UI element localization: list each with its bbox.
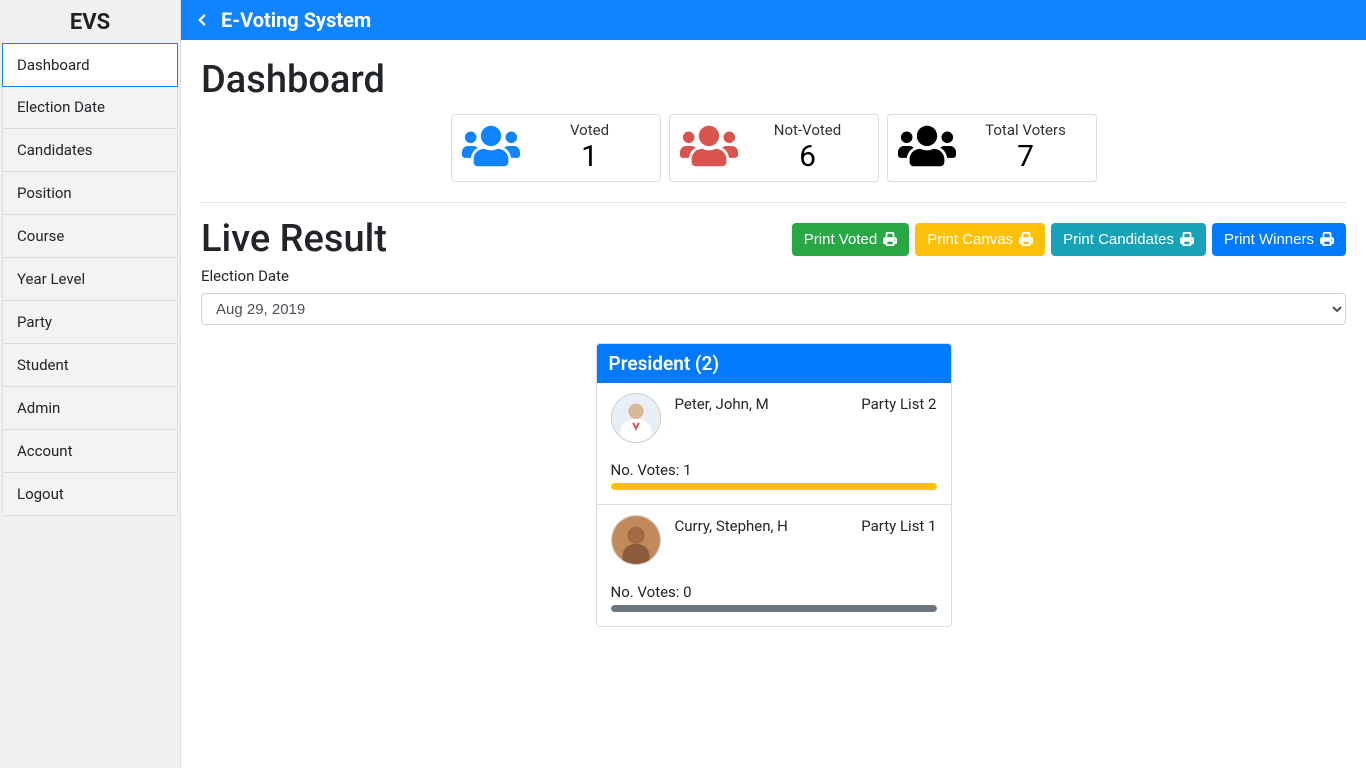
live-header: Live Result Print Voted Print Canvas Pri… [201,217,1346,261]
votes-label: No. Votes: 1 [611,461,937,479]
sidebar-item-course[interactable]: Course [3,215,177,258]
sidebar-item-admin[interactable]: Admin [3,387,177,430]
sidebar-item-label: Candidates [17,141,93,159]
print-canvas-button[interactable]: Print Canvas [915,223,1045,256]
button-label: Print Candidates [1063,231,1174,248]
candidate-party: Party List 1 [861,517,936,535]
stat-value: 6 [756,139,860,175]
sidebar-item-label: Admin [17,399,60,417]
result-card: President (2) Peter, John, M Party List … [596,343,952,627]
candidate-item: Curry, Stephen, H Party List 1 No. Votes… [597,505,951,626]
print-buttons: Print Voted Print Canvas Print Candidate… [792,223,1346,256]
stat-label: Total Voters [974,121,1078,139]
users-icon [462,121,520,175]
button-label: Print Voted [804,231,877,248]
sidebar-item-year-level[interactable]: Year Level [3,258,177,301]
sidebar-item-account[interactable]: Account [3,430,177,473]
page-title: Dashboard [201,58,1346,102]
candidate-item: Peter, John, M Party List 2 No. Votes: 1 [597,383,951,505]
election-date-label: Election Date [201,267,1346,285]
sidebar-item-label: Party [17,313,52,331]
sidebar-item-position[interactable]: Position [3,172,177,215]
stat-label: Not-Voted [756,121,860,139]
avatar [611,393,661,443]
stat-card-voted: Voted 1 [451,114,661,182]
election-date-select[interactable]: Aug 29, 2019 [201,293,1346,325]
sidebar-item-label: Dashboard [17,56,90,74]
users-icon [680,121,738,175]
sidebar-nav: Dashboard Election Date Candidates Posit… [2,43,178,516]
candidate-name: Peter, John, M [675,395,769,413]
chevron-left-icon[interactable] [193,11,211,29]
live-title: Live Result [201,217,387,261]
sidebar-item-label: Logout [17,485,64,503]
votes-label: No. Votes: 0 [611,583,937,601]
print-icon [1019,232,1033,246]
sidebar-item-logout[interactable]: Logout [3,473,177,515]
stat-label: Voted [538,121,642,139]
result-header: President (2) [597,344,951,383]
stat-value: 1 [538,139,642,175]
button-label: Print Canvas [927,231,1013,248]
progress-bar [611,605,937,612]
print-icon [1180,232,1194,246]
candidate-name: Curry, Stephen, H [675,517,788,535]
print-icon [883,232,897,246]
print-candidates-button[interactable]: Print Candidates [1051,223,1206,256]
sidebar-item-label: Election Date [17,98,105,116]
topbar: E-Voting System [181,0,1366,40]
button-label: Print Winners [1224,231,1314,248]
brand: EVS [0,0,180,43]
stat-card-not-voted: Not-Voted 6 [669,114,879,182]
print-icon [1320,232,1334,246]
main: E-Voting System Dashboard Voted 1 [181,0,1366,768]
topbar-title: E-Voting System [221,8,371,32]
sidebar-item-candidates[interactable]: Candidates [3,129,177,172]
sidebar-item-label: Account [17,442,73,460]
sidebar-item-label: Course [17,227,64,245]
sidebar-item-label: Student [17,356,69,374]
stat-card-total: Total Voters 7 [887,114,1097,182]
print-voted-button[interactable]: Print Voted [792,223,909,256]
stat-value: 7 [974,139,1078,175]
avatar [611,515,661,565]
content: Dashboard Voted 1 Not-Vote [181,40,1366,647]
sidebar: EVS Dashboard Election Date Candidates P… [0,0,181,768]
sidebar-item-party[interactable]: Party [3,301,177,344]
print-winners-button[interactable]: Print Winners [1212,223,1346,256]
progress-bar [611,483,937,490]
candidate-party: Party List 2 [861,395,936,413]
sidebar-item-label: Position [17,184,72,202]
sidebar-item-student[interactable]: Student [3,344,177,387]
stats-row: Voted 1 Not-Voted 6 [201,114,1346,203]
sidebar-item-dashboard[interactable]: Dashboard [2,43,178,87]
sidebar-item-label: Year Level [17,270,85,288]
users-icon [898,121,956,175]
sidebar-item-election-date[interactable]: Election Date [3,86,177,129]
